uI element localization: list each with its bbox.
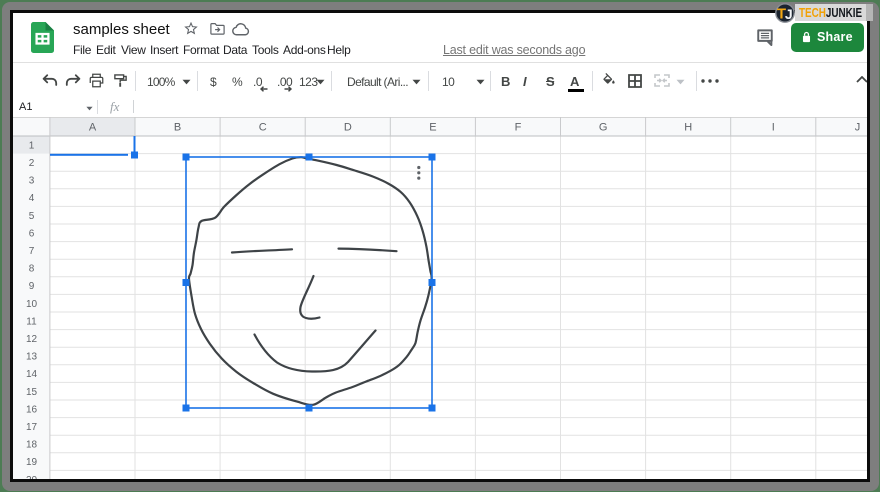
svg-text:19: 19 <box>26 457 38 468</box>
svg-text:D: D <box>344 122 352 134</box>
svg-text:7: 7 <box>29 246 35 257</box>
svg-text:C: C <box>259 122 267 134</box>
svg-text:H: H <box>684 122 692 134</box>
svg-text:8: 8 <box>29 264 35 275</box>
svg-text:1: 1 <box>29 140 35 151</box>
svg-text:E: E <box>429 122 436 134</box>
svg-text:G: G <box>599 122 608 134</box>
svg-text:J: J <box>785 6 793 22</box>
svg-text:20: 20 <box>26 475 38 479</box>
svg-text:16: 16 <box>26 404 38 415</box>
svg-text:5: 5 <box>29 211 35 222</box>
svg-text:13: 13 <box>26 352 38 363</box>
svg-text:10: 10 <box>26 299 38 310</box>
svg-text:14: 14 <box>26 369 38 380</box>
svg-text:3: 3 <box>29 176 35 187</box>
svg-text:11: 11 <box>26 316 37 327</box>
svg-text:J: J <box>855 122 861 134</box>
svg-text:17: 17 <box>26 422 38 433</box>
svg-text:15: 15 <box>26 387 38 398</box>
svg-text:F: F <box>515 122 522 134</box>
svg-text:A: A <box>89 122 97 134</box>
svg-text:4: 4 <box>29 193 35 204</box>
svg-text:18: 18 <box>26 440 38 451</box>
svg-text:B: B <box>174 122 181 134</box>
svg-text:2: 2 <box>29 158 35 169</box>
svg-text:9: 9 <box>29 281 35 292</box>
svg-text:I: I <box>772 122 775 134</box>
svg-text:6: 6 <box>29 228 35 239</box>
svg-text:12: 12 <box>26 334 38 345</box>
